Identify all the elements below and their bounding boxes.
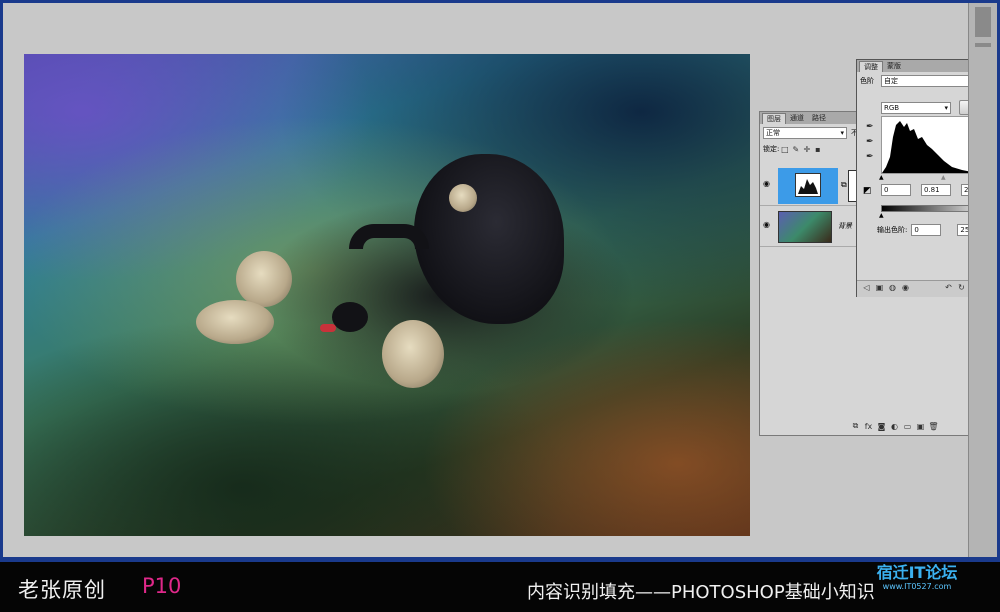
view-previous-icon[interactable]: ↶ [943, 283, 954, 292]
black-swan-body [414, 154, 564, 324]
site-watermark: 宿迁IT论坛 www.IT0527.com [862, 564, 972, 592]
black-input-slider[interactable]: ▲ [879, 174, 884, 181]
blend-mode-row: 正常 ▾ 不 [763, 127, 858, 139]
levels-adjustment-icon [795, 173, 821, 197]
link-icon: ⧉ [841, 180, 847, 189]
tab-layers[interactable]: 图层 [762, 113, 786, 124]
channel-select[interactable]: RGB ▾ [881, 101, 951, 114]
new-layer-icon[interactable]: ▣ [915, 422, 926, 431]
document-canvas-photo[interactable] [24, 54, 750, 536]
output-levels-label: 输出色阶: [877, 226, 908, 234]
dock-button[interactable] [975, 7, 991, 37]
link-layers-icon[interactable]: ⧉ [850, 421, 861, 431]
adjustment-title: 色阶 [860, 77, 874, 85]
tab-channels[interactable]: 通道 [786, 113, 808, 124]
preset-value: 自定 [884, 77, 898, 85]
chevron-down-icon: ▾ [840, 129, 844, 137]
cygnet [196, 300, 274, 344]
blend-mode-select[interactable]: 正常 ▾ [763, 127, 847, 139]
tab-paths[interactable]: 路径 [808, 113, 830, 124]
group-icon[interactable]: ▭ [902, 422, 913, 431]
cygnet [236, 251, 292, 307]
caption-bar: 老张原创 P10 内容识别填充——PHOTOSHOP基础小知识 宿迁IT论坛 w… [0, 560, 1000, 612]
layer-selected-highlight [778, 168, 838, 204]
expand-view-icon[interactable]: ▣ [874, 283, 885, 292]
lock-all-icon[interactable]: ▪ [812, 145, 823, 154]
clip-to-layer-icon[interactable]: ◍ [887, 283, 898, 292]
gamma-input-slider[interactable]: ▲ [941, 174, 946, 181]
cygnet [382, 320, 444, 388]
channel-value: RGB [884, 103, 900, 112]
input-gamma-field[interactable]: 0.81 [921, 184, 951, 196]
visibility-icon[interactable]: ◉ [900, 283, 911, 292]
photoshop-workspace: 图层 通道 路径 正常 ▾ 不 锁定: □ ✎ ✛ ▪ ◉ ⧉ ◉ 背景 ⧉ f… [3, 3, 997, 557]
black-swan-head [332, 302, 368, 332]
lock-pixels-icon[interactable]: ✎ [790, 145, 801, 154]
adjust-footer-left-icons: ◁ ▣ ◍ ◉ [861, 283, 911, 292]
white-point-eyedropper-icon[interactable]: ✒ [866, 152, 874, 162]
tab-masks[interactable]: 蒙版 [883, 61, 905, 72]
return-arrow-icon[interactable]: ◁ [861, 283, 872, 292]
clipping-warning-icon[interactable]: ◩ [863, 186, 872, 196]
eye-icon[interactable]: ◉ [763, 220, 773, 230]
black-point-eyedropper-icon[interactable]: ✒ [866, 122, 874, 132]
chevron-down-icon: ▾ [944, 103, 948, 112]
gray-point-eyedropper-icon[interactable]: ✒ [866, 137, 874, 147]
black-swan-neck [349, 224, 429, 249]
author-label: 老张原创 [18, 578, 106, 602]
output-black-field[interactable]: 0 [911, 224, 942, 236]
trash-icon[interactable]: 🗑 [928, 422, 939, 431]
dock-divider [975, 43, 991, 47]
lock-row: 锁定: □ ✎ ✛ ▪ [763, 144, 823, 154]
watermark-title: 宿迁IT论坛 [876, 563, 958, 582]
layer-name: 背景 [838, 222, 852, 230]
tab-adjustments[interactable]: 调整 [859, 61, 883, 72]
input-black-field[interactable]: 0 [881, 184, 911, 196]
layer-thumbnail [778, 211, 832, 243]
lock-label: 锁定: [763, 145, 780, 153]
lock-transparency-icon[interactable]: □ [779, 145, 790, 154]
tutorial-subtitle: 内容识别填充——PHOTOSHOP基础小知识 [527, 582, 875, 603]
layers-footer-toolbar: ⧉ fx ◙ ◐ ▭ ▣ 🗑 [850, 421, 939, 431]
right-panel-dock [968, 3, 997, 557]
watermark-url: www.IT0527.com [882, 582, 952, 591]
add-mask-icon[interactable]: ◙ [876, 422, 887, 431]
fx-icon[interactable]: fx [863, 422, 874, 431]
reset-icon[interactable]: ↻ [956, 283, 967, 292]
page-number: P10 [142, 574, 182, 598]
adjustment-layer-icon[interactable]: ◐ [889, 422, 900, 431]
lock-position-icon[interactable]: ✛ [801, 145, 812, 154]
cygnet [449, 184, 477, 212]
blend-mode-value: 正常 [766, 129, 780, 137]
black-swan-beak [320, 324, 336, 332]
black-output-slider[interactable]: ▲ [879, 212, 884, 219]
eye-icon[interactable]: ◉ [763, 179, 773, 189]
